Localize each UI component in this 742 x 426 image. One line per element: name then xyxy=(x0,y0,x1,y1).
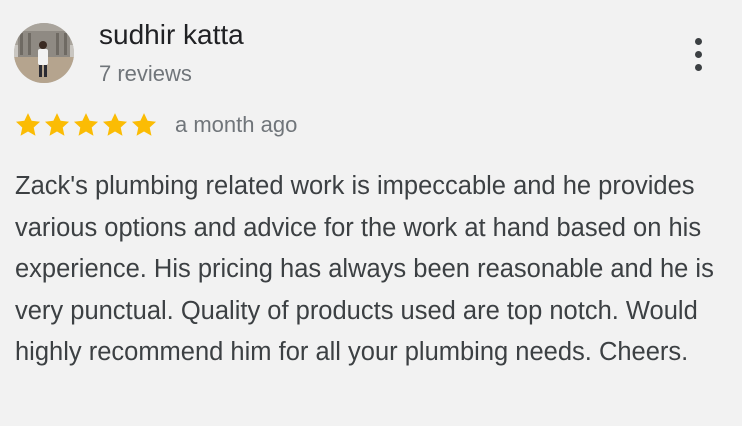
review-count[interactable]: 7 reviews xyxy=(99,60,192,88)
rating-row: a month ago xyxy=(14,108,297,142)
star-rating xyxy=(14,111,158,139)
star-icon xyxy=(131,113,157,136)
star-icon xyxy=(44,113,70,136)
star-icon xyxy=(15,113,41,136)
reviewer-name[interactable]: sudhir katta xyxy=(99,17,244,53)
review-card: sudhir katta 7 reviews a month ago Zack'… xyxy=(0,0,742,426)
star-icon xyxy=(73,113,99,136)
avatar-photo xyxy=(14,23,74,83)
more-vert-icon xyxy=(694,37,702,45)
more-options-button[interactable] xyxy=(682,32,714,76)
more-vert-icon-dot xyxy=(694,63,702,71)
more-vert-icon-dot xyxy=(694,50,702,58)
reviewer-avatar[interactable] xyxy=(14,23,74,83)
review-text: Zack's plumbing related work is impeccab… xyxy=(15,172,714,366)
review-date: a month ago xyxy=(175,112,298,137)
star-icon xyxy=(102,113,128,136)
